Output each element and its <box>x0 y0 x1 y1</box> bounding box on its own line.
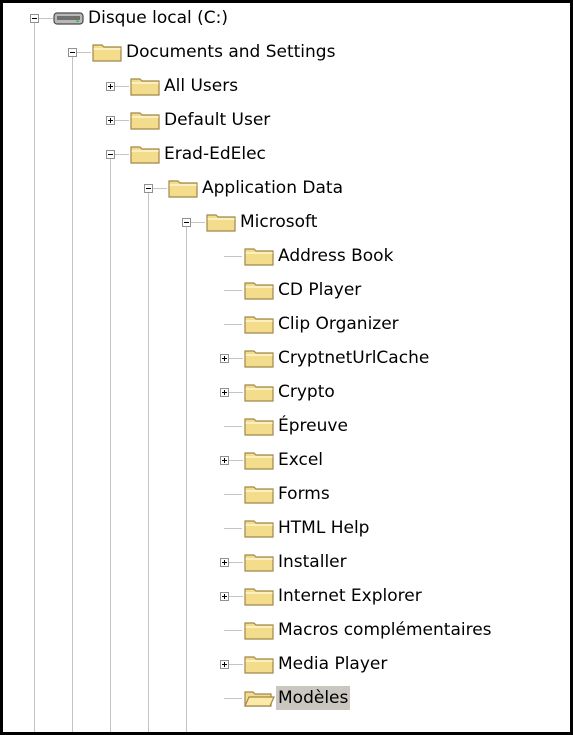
tree-item[interactable]: Address Book <box>3 241 563 271</box>
folder-icon <box>205 212 237 232</box>
tree-item[interactable]: Microsoft <box>3 207 563 237</box>
collapse-icon[interactable] <box>182 218 191 227</box>
collapse-icon[interactable] <box>68 48 77 57</box>
tree-item[interactable]: Modèles <box>3 683 563 713</box>
collapse-icon[interactable] <box>144 184 153 193</box>
folder-icon <box>243 416 275 436</box>
folder-icon <box>243 552 275 572</box>
tree-item[interactable]: Default User <box>3 105 563 135</box>
expand-icon[interactable] <box>220 660 229 669</box>
tree-item[interactable]: All Users <box>3 71 563 101</box>
tree-item-label: Épreuve <box>278 416 348 436</box>
tree-item-label: CD Player <box>278 280 362 300</box>
tree-item-label: Forms <box>278 484 330 504</box>
tree-item[interactable]: Documents and Settings <box>3 37 563 67</box>
tree-item[interactable]: Disque local (C:) <box>3 3 563 33</box>
collapse-icon[interactable] <box>106 150 115 159</box>
tree-item-label: All Users <box>164 76 239 96</box>
tree-item-label: Media Player <box>278 654 388 674</box>
folder-icon <box>243 620 275 640</box>
folder-icon <box>167 178 199 198</box>
folder-icon <box>91 42 123 62</box>
folder-icon <box>243 314 275 334</box>
drive-icon <box>53 8 85 28</box>
tree-item-label: Address Book <box>278 246 394 266</box>
collapse-icon[interactable] <box>30 14 39 23</box>
tree-item-label: Excel <box>278 450 324 470</box>
expand-icon[interactable] <box>220 388 229 397</box>
tree-item[interactable]: CryptnetUrlCache <box>3 343 563 373</box>
folder-icon <box>129 76 161 96</box>
folder-icon <box>243 518 275 538</box>
folder-tree: Disque local (C:) Documents and Settings… <box>3 3 570 732</box>
tree-item-label: Application Data <box>202 178 343 198</box>
tree-item-label: Modèles <box>276 686 351 710</box>
tree-item[interactable]: Media Player <box>3 649 563 679</box>
folder-icon <box>243 382 275 402</box>
tree-item-label: HTML Help <box>278 518 370 538</box>
expand-icon[interactable] <box>106 116 115 125</box>
window-border <box>0 0 3 735</box>
tree-item[interactable]: Forms <box>3 479 563 509</box>
folder-icon <box>243 586 275 606</box>
tree-item[interactable]: Crypto <box>3 377 563 407</box>
tree-item-label: Disque local (C:) <box>88 8 228 28</box>
tree-view[interactable]: Disque local (C:) Documents and Settings… <box>0 0 573 735</box>
tree-item-label: Installer <box>278 552 347 572</box>
tree-item-label: Clip Organizer <box>278 314 399 334</box>
folder-icon <box>243 280 275 300</box>
folder-icon <box>129 144 161 164</box>
folder-icon <box>243 654 275 674</box>
tree-item[interactable]: Excel <box>3 445 563 475</box>
folder-icon <box>243 246 275 266</box>
folder-icon <box>243 484 275 504</box>
expand-icon[interactable] <box>220 354 229 363</box>
tree-item[interactable]: Application Data <box>3 173 563 203</box>
expand-icon[interactable] <box>220 592 229 601</box>
tree-item-label: Erad-EdElec <box>164 144 266 164</box>
folder-icon <box>243 450 275 470</box>
tree-item-label: Microsoft <box>240 212 318 232</box>
expand-icon[interactable] <box>106 82 115 91</box>
expand-icon[interactable] <box>220 456 229 465</box>
tree-item[interactable]: CD Player <box>3 275 563 305</box>
tree-item[interactable]: Épreuve <box>3 411 563 441</box>
tree-item-label: Internet Explorer <box>278 586 422 606</box>
tree-item-label: Crypto <box>278 382 335 402</box>
tree-item[interactable]: HTML Help <box>3 513 563 543</box>
tree-item[interactable]: Installer <box>3 547 563 577</box>
open-folder-icon <box>243 688 275 708</box>
tree-item[interactable]: Macros complémentaires <box>3 615 563 645</box>
folder-icon <box>129 110 161 130</box>
tree-item[interactable]: Clip Organizer <box>3 309 563 339</box>
tree-item-label: Documents and Settings <box>126 42 336 62</box>
expand-icon[interactable] <box>220 558 229 567</box>
tree-item-label: Default User <box>164 110 271 130</box>
tree-item-label: Macros complémentaires <box>278 620 492 640</box>
tree-item-label: CryptnetUrlCache <box>278 348 430 368</box>
tree-item[interactable]: Erad-EdElec <box>3 139 563 169</box>
tree-item[interactable]: Internet Explorer <box>3 581 563 611</box>
folder-icon <box>243 348 275 368</box>
